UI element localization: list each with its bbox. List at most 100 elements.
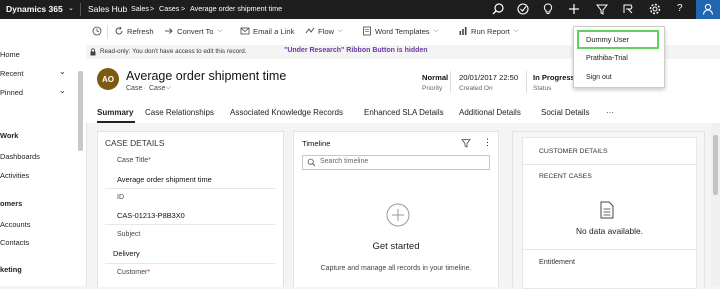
timeline-description: Capture and manage all records in your t… — [320, 265, 472, 272]
refresh-button[interactable]: Refresh — [114, 26, 154, 36]
history-icon[interactable] — [92, 26, 105, 36]
customer-details-heading: CUSTOMER DETAILS — [539, 148, 608, 155]
form-selector[interactable]: Case — [149, 85, 165, 92]
breadcrumb-cases[interactable]: Cases — [159, 4, 179, 13]
status-value: In Progress — [533, 73, 575, 82]
add-plus-icon[interactable] — [386, 203, 410, 227]
tab-social-details[interactable]: Social Details — [541, 108, 589, 117]
subject-value[interactable]: Delivery — [113, 249, 140, 258]
chevron-down-icon[interactable]: ⌵ — [166, 85, 171, 92]
user-menu-dropdown: Dummy User Prathiba-Trial Sign out — [573, 26, 665, 88]
case-details-panel: CASE DETAILS Case Title* Average order s… — [97, 131, 284, 287]
readonly-message: Read-only: You don't have access to edit… — [100, 48, 247, 55]
record-title: Average order shipment time — [126, 69, 287, 83]
search-timeline-placeholder: Search timeline — [320, 158, 369, 165]
nav-activities[interactable]: Activities — [0, 171, 29, 180]
recent-cases-heading: RECENT CASES — [539, 173, 592, 180]
divider — [105, 188, 275, 189]
divider — [450, 71, 451, 93]
filter-icon[interactable] — [595, 2, 609, 16]
email-icon — [240, 27, 250, 35]
chevron-down-icon: ⌵ — [217, 27, 223, 34]
case-title-label: Case Title* — [117, 157, 151, 164]
divider — [80, 3, 81, 16]
help-icon[interactable]: ? — [677, 3, 683, 14]
status-label: Status — [533, 85, 552, 92]
run-report-label: Run Report — [471, 26, 510, 36]
nav-accounts[interactable]: Accounts — [0, 220, 30, 229]
lock-icon — [89, 48, 97, 56]
tab-additional-details[interactable]: Additional Details — [459, 108, 521, 117]
sign-out-link[interactable]: Sign out — [586, 74, 612, 81]
email-link-label: Email a Link — [253, 26, 295, 36]
report-icon — [459, 27, 467, 35]
divider — [523, 164, 696, 165]
no-data-message: No data available. — [575, 226, 644, 236]
plus-icon[interactable] — [567, 2, 581, 16]
breadcrumb-sales[interactable]: Sales — [131, 4, 149, 13]
flow-icon — [305, 27, 315, 34]
more-tabs-button[interactable]: ··· — [606, 108, 614, 117]
tab-case-relationships[interactable]: Case Relationships — [145, 108, 214, 117]
user-profile-button[interactable] — [696, 0, 720, 19]
customer-panel: CUSTOMER DETAILS RECENT CASES No data av… — [512, 131, 705, 289]
chevron-down-icon: ⌵ — [513, 27, 519, 34]
email-link-button[interactable]: Email a Link — [240, 26, 294, 36]
nav-group-customers: omers — [0, 199, 23, 208]
entity-name: Case — [126, 85, 143, 92]
word-templates-label: Word Templates — [375, 26, 430, 36]
nav-group-marketing: keting — [0, 265, 22, 274]
tab-summary[interactable]: Summary — [97, 108, 133, 117]
priority-value: Normal — [422, 73, 449, 82]
id-value[interactable]: CAS-01213-P8B3X0 — [117, 211, 185, 220]
assistant-icon[interactable] — [621, 2, 635, 16]
user-menu-org-name[interactable]: Prathiba-Trial — [586, 55, 628, 62]
more-options-icon[interactable]: ⋮ — [483, 137, 492, 148]
run-report-button[interactable]: Run Report ⌵ — [458, 26, 518, 36]
task-check-icon[interactable] — [516, 2, 530, 16]
breadcrumb-separator: > — [181, 4, 186, 13]
case-title-value[interactable]: Average order shipment time — [117, 175, 212, 184]
nav-dashboards[interactable]: Dashboards — [0, 152, 40, 161]
chevron-down-icon[interactable]: ⌄ — [59, 86, 66, 95]
tab-enhanced-sla[interactable]: Enhanced SLA Details — [364, 108, 444, 117]
lightbulb-icon[interactable] — [541, 2, 555, 16]
created-on-label: Created On — [459, 85, 493, 92]
nav-group-work: Work — [0, 131, 19, 140]
word-icon — [363, 26, 371, 36]
user-menu-dummy-user[interactable]: Dummy User — [586, 35, 629, 44]
convert-to-label: Convert To — [177, 26, 214, 36]
user-icon — [701, 2, 715, 16]
scrollbar-thumb[interactable] — [713, 135, 718, 195]
selected-tab-indicator — [97, 121, 135, 123]
search-timeline-input[interactable]: Search timeline — [302, 155, 490, 170]
main-scrollbar[interactable] — [711, 123, 720, 286]
entitlement-label: Entitlement — [539, 257, 575, 266]
customer-card: CUSTOMER DETAILS RECENT CASES No data av… — [522, 137, 697, 289]
chevron-down-icon: ⌵ — [433, 27, 439, 34]
created-on-value: 20/01/2017 22:50 — [459, 73, 519, 82]
word-templates-button[interactable]: Word Templates ⌵ — [362, 26, 438, 36]
search-icon — [307, 158, 316, 167]
timeline-panel: Timeline ⋮ Search timeline Get started C… — [293, 131, 499, 287]
convert-to-button[interactable]: Convert To ⌵ — [164, 26, 222, 36]
search-icon[interactable] — [491, 2, 505, 16]
app-title[interactable]: Dynamics 365 — [6, 4, 63, 14]
nav-home[interactable]: Home — [0, 50, 20, 59]
chevron-down-icon[interactable]: ⌄ — [68, 4, 74, 12]
chevron-down-icon[interactable]: ⌄ — [59, 67, 66, 76]
nav-scrollbar[interactable] — [78, 71, 83, 151]
breadcrumb-record: Average order shipment time — [190, 4, 283, 13]
timeline-heading: Timeline — [302, 139, 331, 148]
ribbon-hidden-message: "Under Research" Ribbon Button is hidden — [284, 47, 428, 54]
gear-icon[interactable] — [648, 2, 662, 16]
filter-icon[interactable] — [461, 138, 471, 148]
tab-knowledge-records[interactable]: Associated Knowledge Records — [230, 108, 343, 117]
nav-contacts[interactable]: Contacts — [0, 238, 29, 247]
flow-button[interactable]: Flow ⌵ — [305, 26, 343, 36]
app-name[interactable]: Sales Hub — [88, 4, 127, 14]
nav-recent[interactable]: Recent — [0, 69, 23, 78]
nav-pinned[interactable]: Pinned — [0, 88, 23, 97]
divider — [526, 71, 527, 93]
divider — [523, 249, 696, 250]
